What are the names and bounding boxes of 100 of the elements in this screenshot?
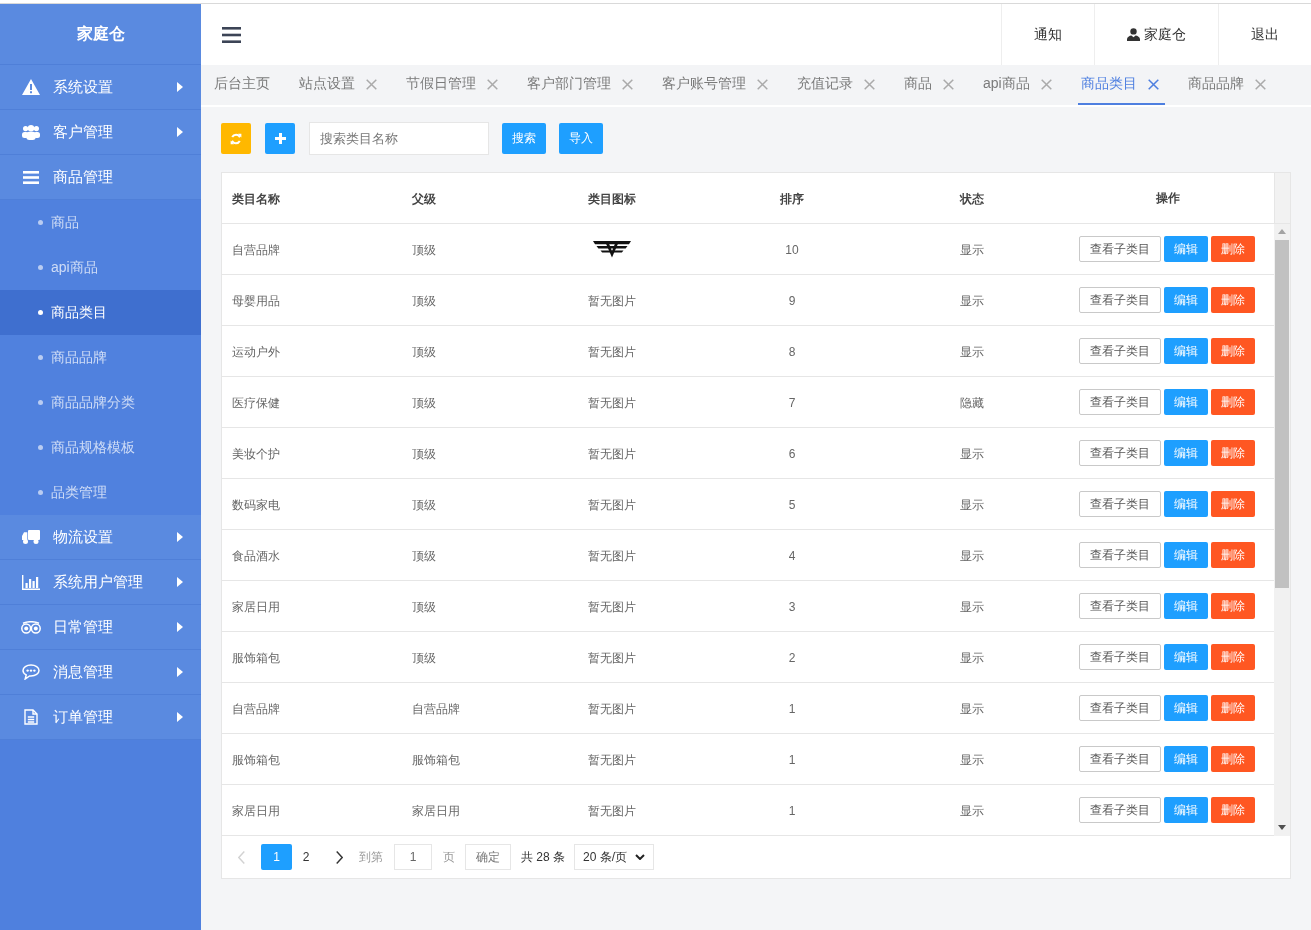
edit-button[interactable]: 编辑 [1164, 287, 1208, 313]
category-name: 服饰箱包 [232, 752, 280, 767]
edit-button[interactable]: 编辑 [1164, 542, 1208, 568]
close-icon[interactable] [487, 78, 498, 90]
view-subcategories-button[interactable]: 查看子类目 [1079, 644, 1161, 670]
close-icon[interactable] [864, 78, 875, 90]
parent-name: 顶级 [412, 548, 436, 563]
delete-button[interactable]: 删除 [1211, 542, 1255, 568]
status-text: 显示 [960, 242, 984, 257]
view-subcategories-button[interactable]: 查看子类目 [1079, 593, 1161, 619]
view-subcategories-button[interactable]: 查看子类目 [1079, 746, 1161, 772]
sidebar-menu-item[interactable]: 系统用户管理 [0, 560, 201, 605]
no-image-text: 暂无图片 [588, 701, 636, 716]
sort-number: 8 [788, 345, 796, 359]
search-field[interactable]: 搜索类目名称 [309, 122, 489, 155]
tab[interactable]: 客户账号管理 [659, 65, 774, 105]
add-button[interactable] [265, 123, 295, 154]
sidebar-menu-item[interactable]: 物流设置 [0, 515, 201, 560]
tab[interactable]: 客户部门管理 [524, 65, 639, 105]
edit-button[interactable]: 编辑 [1164, 644, 1208, 670]
tab[interactable]: 商品 [901, 65, 960, 105]
page-button[interactable]: 2 [292, 844, 320, 870]
scroll-up-icon[interactable] [1278, 229, 1286, 234]
view-subcategories-button[interactable]: 查看子类目 [1079, 695, 1161, 721]
tab[interactable]: 商品类目 [1077, 65, 1165, 105]
menu-icon[interactable] [222, 26, 241, 43]
no-image-text: 暂无图片 [588, 650, 636, 665]
status-text: 显示 [960, 344, 984, 359]
edit-button[interactable]: 编辑 [1164, 797, 1208, 823]
sidebar-menu-item[interactable]: 客户管理 [0, 110, 201, 155]
edit-button[interactable]: 编辑 [1164, 338, 1208, 364]
caret-right-icon [177, 712, 183, 722]
page-number-input[interactable]: 1 [394, 844, 432, 870]
scrollbar-thumb[interactable] [1275, 240, 1289, 588]
search-button[interactable]: 搜索 [502, 123, 546, 154]
delete-button[interactable]: 删除 [1211, 389, 1255, 415]
edit-button[interactable]: 编辑 [1164, 236, 1208, 262]
view-subcategories-button[interactable]: 查看子类目 [1079, 338, 1161, 364]
close-icon[interactable] [622, 78, 633, 90]
status-text: 隐藏 [960, 395, 984, 410]
delete-button[interactable]: 删除 [1211, 236, 1255, 262]
view-subcategories-button[interactable]: 查看子类目 [1079, 491, 1161, 517]
caret-right-icon [177, 577, 183, 587]
parent-name: 顶级 [412, 446, 436, 461]
confirm-button[interactable]: 确定 [465, 844, 511, 870]
delete-button[interactable]: 删除 [1211, 797, 1255, 823]
edit-button[interactable]: 编辑 [1164, 593, 1208, 619]
page-label: 页 [443, 848, 455, 866]
sort-number: 10 [785, 243, 799, 257]
tab[interactable]: 商品品牌 [1184, 65, 1272, 105]
close-icon[interactable] [366, 78, 377, 90]
delete-button[interactable]: 删除 [1211, 746, 1255, 772]
view-subcategories-button[interactable]: 查看子类目 [1079, 797, 1161, 823]
close-icon[interactable] [1040, 78, 1052, 90]
delete-button[interactable]: 删除 [1211, 287, 1255, 313]
sidebar-menu-item[interactable]: 系统设置 [0, 65, 201, 110]
tab[interactable]: 节假日管理 [403, 65, 504, 105]
users-icon [22, 124, 40, 140]
delete-button[interactable]: 删除 [1211, 593, 1255, 619]
delete-button[interactable]: 删除 [1211, 644, 1255, 670]
total-count: 共 28 条 [521, 848, 565, 866]
category-name: 自营品牌 [232, 701, 280, 716]
edit-button[interactable]: 编辑 [1164, 389, 1208, 415]
edit-button[interactable]: 编辑 [1164, 746, 1208, 772]
page-size-select[interactable]: 20 条/页 [574, 844, 654, 870]
view-subcategories-button[interactable]: 查看子类目 [1079, 287, 1161, 313]
view-subcategories-button[interactable]: 查看子类目 [1079, 389, 1161, 415]
close-icon[interactable] [757, 78, 768, 90]
sidebar-menu-item[interactable]: 商品管理 [0, 155, 201, 200]
tab[interactable]: api商品 [980, 65, 1058, 105]
close-icon[interactable] [1147, 78, 1159, 90]
document-icon [24, 709, 38, 725]
delete-button[interactable]: 删除 [1211, 491, 1255, 517]
tab[interactable]: 后台主页 [211, 65, 276, 105]
sidebar-menu-item[interactable]: 消息管理 [0, 650, 201, 695]
sidebar-menu-item[interactable]: 日常管理 [0, 605, 201, 650]
close-icon[interactable] [943, 78, 954, 90]
tab[interactable]: 站点设置 [296, 65, 383, 105]
close-icon[interactable] [1254, 78, 1266, 90]
edit-button[interactable]: 编辑 [1164, 695, 1208, 721]
delete-button[interactable]: 删除 [1211, 440, 1255, 466]
delete-button[interactable]: 删除 [1211, 695, 1255, 721]
status-text: 显示 [960, 650, 984, 665]
sidebar-submenu-item[interactable]: 商品类目 [0, 290, 201, 335]
eagle-logo-icon [593, 240, 631, 258]
view-subcategories-button[interactable]: 查看子类目 [1079, 440, 1161, 466]
tab[interactable]: 充值记录 [794, 65, 881, 105]
edit-button[interactable]: 编辑 [1164, 440, 1208, 466]
chevron-right-icon[interactable] [336, 850, 343, 864]
delete-button[interactable]: 删除 [1211, 338, 1255, 364]
import-button[interactable]: 导入 [559, 123, 603, 154]
view-subcategories-button[interactable]: 查看子类目 [1079, 542, 1161, 568]
scroll-down-icon[interactable] [1278, 825, 1286, 830]
sidebar-menu-item[interactable]: 订单管理 [0, 695, 201, 740]
view-subcategories-button[interactable]: 查看子类目 [1079, 236, 1161, 262]
no-image-text: 暂无图片 [588, 548, 636, 563]
page-button[interactable]: 1 [261, 844, 292, 870]
sort-number: 4 [788, 549, 796, 563]
edit-button[interactable]: 编辑 [1164, 491, 1208, 517]
refresh-button[interactable] [221, 123, 251, 154]
